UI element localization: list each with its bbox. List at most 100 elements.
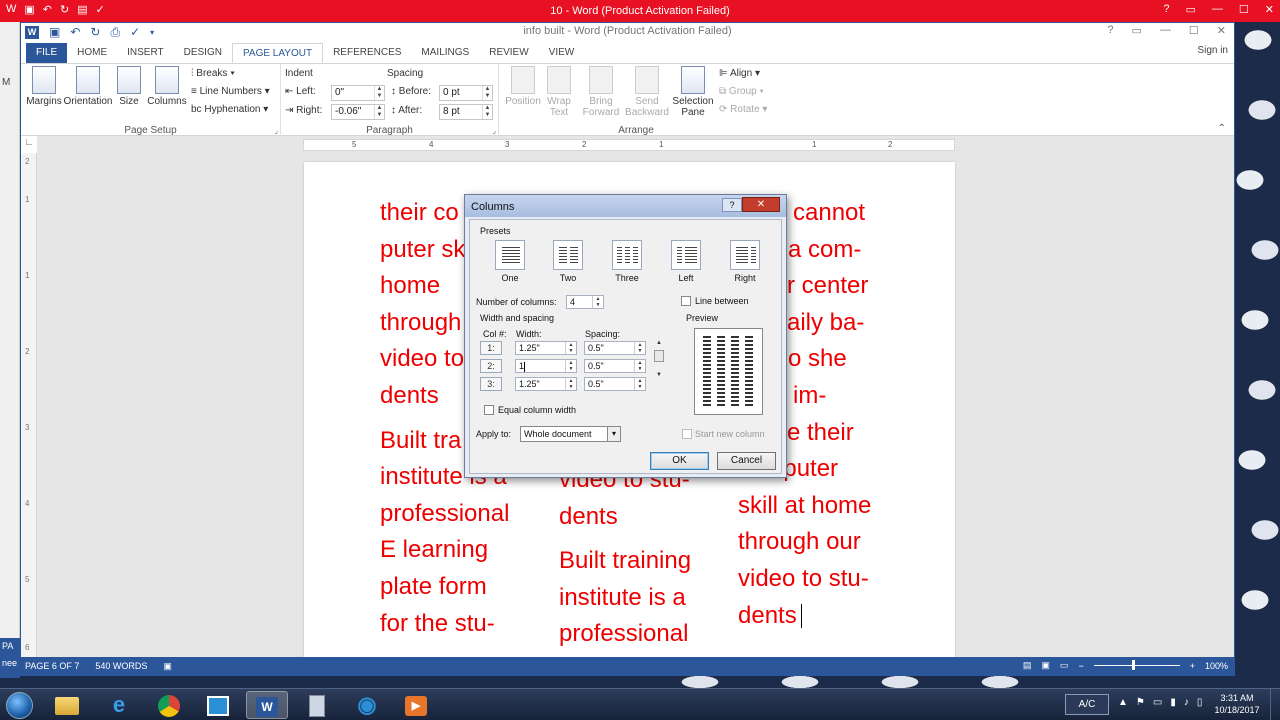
tab-file[interactable]: FILE: [26, 43, 68, 63]
columns-scrollbar[interactable]: ▲ ▼: [653, 340, 665, 392]
tab-mailings[interactable]: MAILINGS: [411, 43, 479, 63]
line-numbers-button[interactable]: ≡ Line Numbers ▾: [191, 86, 270, 97]
spinner-arrows-icon[interactable]: ▲ ▼: [565, 360, 576, 372]
word-count[interactable]: 540 WORDS: [95, 661, 147, 672]
rotate-button[interactable]: ⟳ Rotate ▾: [719, 104, 767, 115]
language-indicator[interactable]: A/C: [1065, 694, 1109, 715]
help-icon[interactable]: ?: [1107, 24, 1113, 37]
align-button[interactable]: ⊫ Align ▾: [719, 68, 760, 79]
minimize-button[interactable]: —: [1160, 24, 1171, 37]
group-button[interactable]: ⧉ Group ▾: [719, 86, 764, 97]
columns-button[interactable]: Columns: [147, 66, 187, 107]
bring-forward-button[interactable]: Bring Forward: [581, 66, 621, 118]
breaks-button[interactable]: ⫶ Breaks ▾: [191, 68, 235, 79]
scroll-up-icon[interactable]: ▲: [653, 340, 665, 346]
close-icon[interactable]: ✕: [1265, 3, 1274, 16]
vertical-ruler[interactable]: 2 1 1 2 3 4 5 6: [21, 153, 37, 658]
column-spacing-input[interactable]: 0.5" ▲ ▼: [584, 377, 646, 391]
calculator-icon[interactable]: [296, 691, 338, 719]
spinner-arrows-icon[interactable]: ▲ ▼: [592, 296, 603, 308]
spinner-arrows-icon[interactable]: ▲ ▼: [482, 86, 492, 100]
monitor-icon[interactable]: ▭: [1153, 697, 1162, 708]
spinner-arrows-icon[interactable]: ▲ ▼: [565, 342, 576, 354]
restore-ribbon-icon[interactable]: ▭: [1186, 3, 1196, 16]
ribbon-display-icon[interactable]: ▭: [1132, 24, 1142, 37]
flag-icon[interactable]: ⚑: [1136, 697, 1145, 708]
word-taskbar-icon[interactable]: W: [246, 691, 288, 719]
snipping-tool-icon[interactable]: [197, 691, 239, 719]
horizontal-ruler[interactable]: 5 4 3 2 1 1 2: [303, 139, 955, 151]
tab-references[interactable]: REFERENCES: [323, 43, 411, 63]
dialog-titlebar[interactable]: Columns ? ✕: [465, 195, 786, 217]
show-hidden-icons-icon[interactable]: ▲: [1118, 697, 1128, 708]
sign-in-link[interactable]: Sign in: [1197, 45, 1228, 56]
network-icon[interactable]: ▮: [1170, 697, 1176, 708]
line-between-checkbox[interactable]: [681, 296, 691, 306]
start-new-column-checkbox[interactable]: [682, 429, 692, 439]
media-player-icon[interactable]: ▶: [395, 691, 437, 719]
preset-one[interactable]: One: [490, 240, 530, 283]
column-spacing-input[interactable]: 0.5" ▲ ▼: [584, 341, 646, 355]
spinner-arrows-icon[interactable]: ▲ ▼: [482, 105, 492, 119]
wrap-text-button[interactable]: Wrap Text: [545, 66, 573, 118]
cancel-button[interactable]: Cancel: [717, 452, 776, 470]
preset-three[interactable]: Three: [607, 240, 647, 283]
apply-to-select[interactable]: Whole document ▾: [520, 426, 621, 442]
scrollbar-thumb[interactable]: [654, 350, 664, 362]
number-of-columns-input[interactable]: 4 ▲ ▼: [566, 295, 604, 309]
tab-home[interactable]: HOME: [67, 43, 117, 63]
close-button[interactable]: ✕: [1217, 24, 1226, 37]
tab-view[interactable]: VIEW: [539, 43, 585, 63]
help-icon[interactable]: ?: [1163, 3, 1169, 16]
spinner-arrows-icon[interactable]: ▲ ▼: [565, 378, 576, 390]
file-explorer-icon[interactable]: [46, 691, 88, 719]
maximize-icon[interactable]: ☐: [1239, 3, 1249, 16]
indent-right-input[interactable]: -0.06" ▲ ▼: [331, 104, 385, 120]
ok-button[interactable]: OK: [650, 452, 709, 470]
position-button[interactable]: Position: [503, 66, 543, 107]
dialog-close-button[interactable]: ✕: [742, 197, 780, 212]
proofing-icon[interactable]: ▣: [163, 661, 172, 672]
selection-pane-button[interactable]: Selection Pane: [671, 66, 715, 118]
column-width-input[interactable]: 1.25" ▲ ▼: [515, 341, 577, 355]
zoom-in-button[interactable]: +: [1190, 661, 1195, 671]
web-layout-icon[interactable]: ▭: [1060, 660, 1069, 671]
spinner-arrows-icon[interactable]: ▲ ▼: [634, 378, 645, 390]
collapse-ribbon-icon[interactable]: ⌃: [1218, 123, 1226, 134]
dialog-launcher-icon[interactable]: ⌟: [274, 126, 278, 135]
margins-button[interactable]: Margins: [25, 66, 63, 107]
start-button[interactable]: [6, 692, 33, 719]
preset-right[interactable]: Right: [725, 240, 765, 283]
tab-page-layout[interactable]: PAGE LAYOUT: [231, 43, 324, 63]
preset-two[interactable]: Two: [548, 240, 588, 283]
size-button[interactable]: Size: [117, 66, 141, 107]
chrome-icon[interactable]: [148, 691, 190, 719]
tab-insert[interactable]: INSERT: [117, 43, 174, 63]
dialog-help-button[interactable]: ?: [722, 198, 742, 212]
power-icon[interactable]: ▯: [1197, 697, 1203, 708]
column-spacing-input[interactable]: 0.5" ▲ ▼: [584, 359, 646, 373]
spacing-after-input[interactable]: 8 pt ▲ ▼: [439, 104, 493, 120]
show-desktop-button[interactable]: [1270, 689, 1280, 720]
hyphenation-button[interactable]: bc Hyphenation ▾: [191, 104, 268, 115]
page-count[interactable]: PAGE 6 OF 7: [25, 661, 79, 672]
spinner-arrows-icon[interactable]: ▲ ▼: [634, 360, 645, 372]
zoom-slider-knob[interactable]: [1131, 660, 1135, 670]
maximize-button[interactable]: ☐: [1189, 24, 1199, 37]
orientation-button[interactable]: Orientation: [63, 66, 113, 107]
column-width-input[interactable]: 1 ▲ ▼: [515, 359, 577, 373]
internet-explorer-icon[interactable]: e: [98, 691, 140, 719]
dropdown-arrow-icon[interactable]: ▾: [607, 427, 620, 441]
zoom-slider[interactable]: [1093, 660, 1180, 670]
equal-column-width-checkbox[interactable]: [484, 405, 494, 415]
send-backward-button[interactable]: Send Backward: [625, 66, 669, 118]
spinner-arrows-icon[interactable]: ▲ ▼: [374, 105, 384, 119]
clock[interactable]: 3:31 AM 10/18/2017: [1212, 692, 1262, 716]
column-width-input[interactable]: 1.25" ▲ ▼: [515, 377, 577, 391]
spinner-arrows-icon[interactable]: ▲ ▼: [634, 342, 645, 354]
print-layout-icon[interactable]: ▣: [1041, 660, 1050, 671]
zoom-level[interactable]: 100%: [1205, 661, 1228, 671]
tab-review[interactable]: REVIEW: [479, 43, 538, 63]
ie-browser-icon[interactable]: ◉: [346, 691, 388, 719]
preset-left[interactable]: Left: [666, 240, 706, 283]
